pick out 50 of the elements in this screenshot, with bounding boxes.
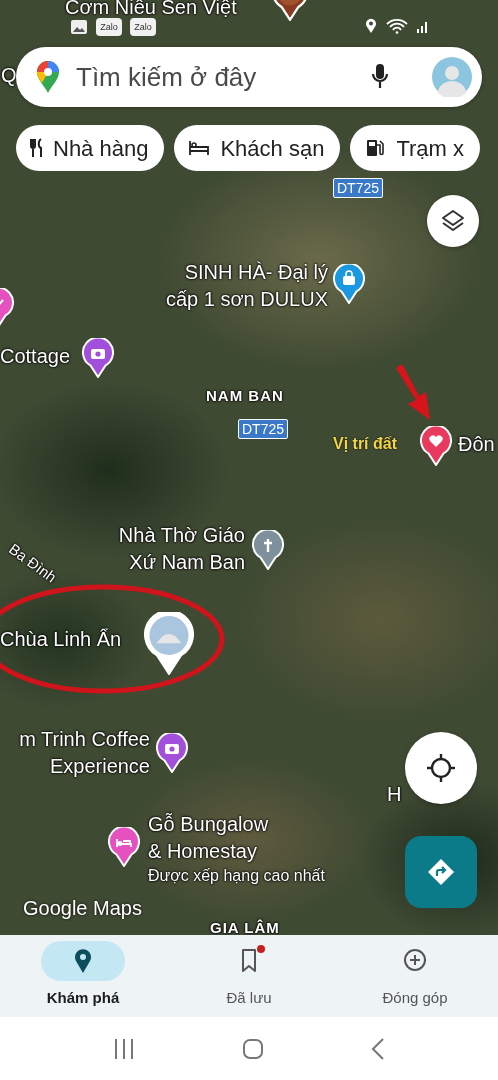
place-label[interactable]: Chùa Linh Ẩn: [0, 626, 122, 653]
road-shield: DT725: [238, 419, 289, 439]
annotation-text: Vị trí đất: [333, 434, 397, 454]
nav-tab[interactable]: Khám phá: [0, 935, 166, 1017]
crosshair-icon: [426, 753, 456, 783]
fuel-pump-icon: [364, 137, 387, 159]
area-label: NAM BAN: [206, 387, 284, 405]
satellite-map[interactable]: [0, 0, 498, 935]
search-bar[interactable]: Tìm kiếm ở đây: [16, 47, 482, 107]
shopping-bag-pin-icon[interactable]: [333, 264, 365, 304]
wifi-icon: [386, 18, 408, 34]
place-rating-text: Được xếp hạng cao nhất: [148, 866, 325, 886]
directions-icon: [427, 858, 455, 886]
place-label[interactable]: Gỗ Bungalow & Homestay: [148, 811, 269, 865]
fork-knife-icon: [30, 138, 43, 158]
home-icon[interactable]: [242, 1037, 264, 1060]
place-label[interactable]: m Trinh Coffee Experience: [19, 726, 150, 780]
recent-apps-icon[interactable]: [113, 1036, 136, 1061]
category-chip[interactable]: Trạm x: [350, 125, 480, 171]
bed-pin-icon[interactable]: [108, 827, 140, 867]
cross-pin-icon[interactable]: [252, 530, 284, 570]
place-label[interactable]: Đôn: [458, 431, 495, 458]
location-status-icon: [364, 18, 378, 34]
app-notification-icon: Zalo: [96, 18, 122, 36]
layers-button[interactable]: [427, 195, 479, 247]
gallery-notification-icon: [70, 18, 88, 36]
camera-pin-icon[interactable]: [156, 733, 188, 773]
back-icon[interactable]: [370, 1036, 385, 1061]
photo-pin-icon[interactable]: [144, 612, 194, 675]
search-input[interactable]: Tìm kiếm ở đây: [74, 56, 356, 98]
area-label: GIA LÂM: [210, 919, 280, 935]
place-label[interactable]: Q: [1, 62, 17, 89]
google-maps-logo: Google Maps: [23, 896, 142, 921]
place-label[interactable]: SINH HÀ- Đại lý cấp 1 sơn DULUX: [165, 259, 328, 313]
place-label[interactable]: H: [387, 781, 402, 808]
nav-tab[interactable]: Đóng góp: [332, 935, 498, 1017]
directions-button[interactable]: [405, 836, 477, 908]
category-chip[interactable]: Khách sạn: [174, 125, 341, 171]
nav-tab[interactable]: Đã lưu: [166, 935, 332, 1017]
place-label[interactable]: Cottage: [0, 343, 71, 370]
heart-pin-icon[interactable]: [420, 426, 452, 466]
camera-pin-icon[interactable]: [82, 338, 114, 378]
place-label[interactable]: Nhà Thờ Giáo Xứ Nam Ban: [118, 522, 245, 576]
place-label[interactable]: Cơm Niêu Sen Việt: [65, 0, 237, 17]
maps-pin-logo-icon: [36, 60, 60, 94]
my-location-button[interactable]: [405, 732, 477, 804]
layers-icon: [440, 208, 466, 234]
category-chip[interactable]: Nhà hàng: [16, 125, 165, 171]
app-notification-icon: Zalo: [130, 18, 156, 36]
road-shield: DT725: [333, 178, 384, 198]
